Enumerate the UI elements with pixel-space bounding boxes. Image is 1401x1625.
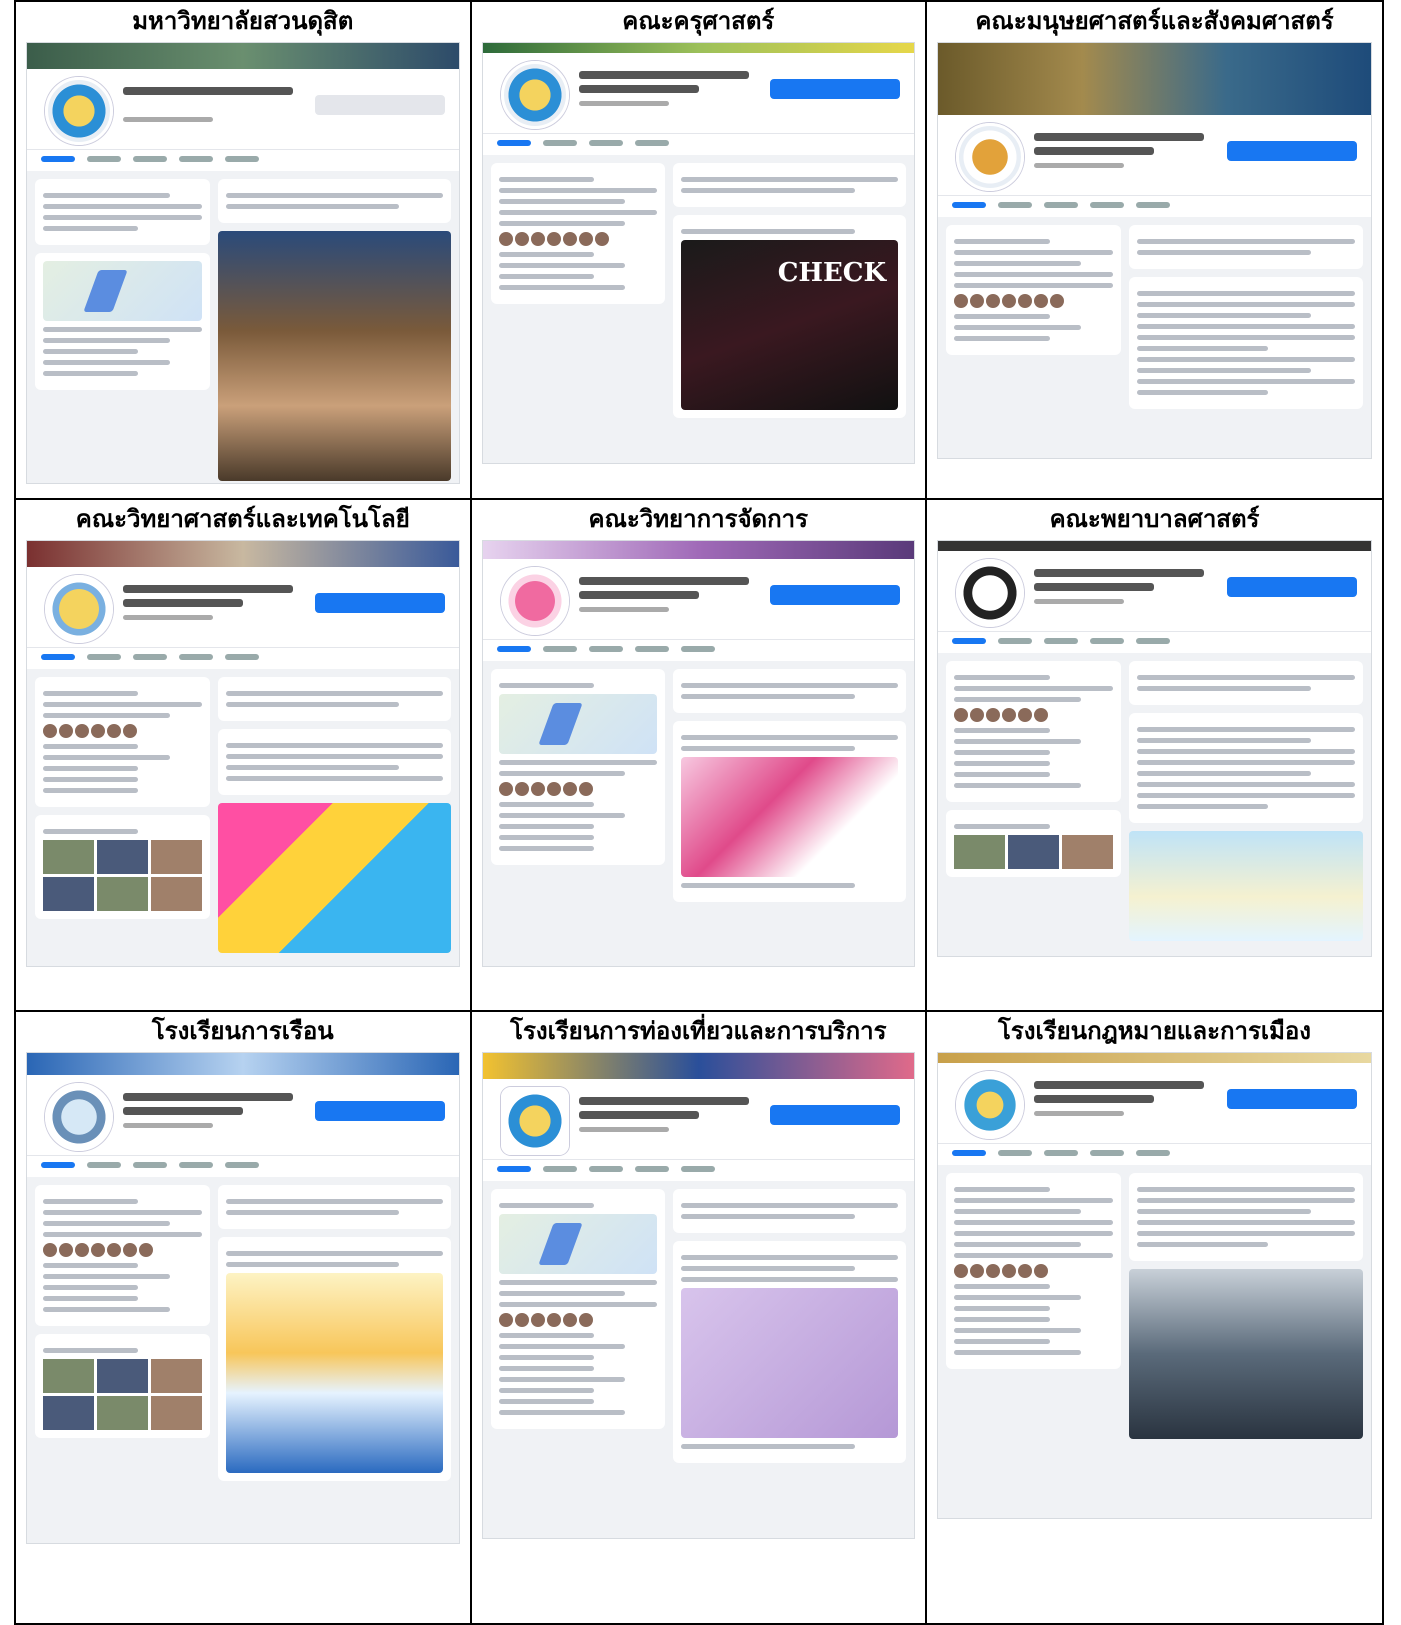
facebook-page-screenshot: [481, 1052, 916, 1539]
cell-title: โรงเรียนกฎหมายและการเมือง: [998, 1016, 1312, 1045]
facebook-page-screenshot: [937, 42, 1372, 459]
cell-nursing: คณะพยาบาลศาสตร์: [925, 498, 1384, 1012]
cell-title: มหาวิทยาลัยสวนดุสิต: [132, 6, 354, 35]
page-avatar-icon: [956, 559, 1025, 627]
cell-home-economics: โรงเรียนการเรือน: [14, 1010, 472, 1625]
cell-law-politics: โรงเรียนกฎหมายและการเมือง: [925, 1010, 1384, 1625]
cell-title: คณะวิทยาศาสตร์และเทคโนโลยี: [75, 504, 410, 533]
facebook-pages-table: มหาวิทยาลัยสวนดุสิต คณะครุศาสตร์ CHECK ค…: [14, 0, 1384, 1625]
page-avatar-icon: [956, 123, 1025, 191]
page-avatar-icon: [45, 77, 113, 145]
cell-title: คณะวิทยาการจัดการ: [588, 504, 809, 533]
cell-title: คณะครุศาสตร์: [622, 6, 775, 35]
cell-title: โรงเรียนการเรือน: [151, 1016, 334, 1045]
page-avatar-icon: [956, 1071, 1025, 1139]
cell-title: คณะพยาบาลศาสตร์: [1049, 504, 1260, 533]
facebook-page-screenshot: [481, 42, 916, 464]
cell-education: คณะครุศาสตร์: [469, 0, 928, 500]
cell-university: มหาวิทยาลัยสวนดุสิต: [14, 0, 472, 500]
page-avatar-icon: [45, 575, 113, 643]
cell-tourism: โรงเรียนการท่องเที่ยวและการบริการ: [469, 1010, 928, 1625]
cell-title: โรงเรียนการท่องเที่ยวและการบริการ: [510, 1016, 887, 1045]
cell-title: คณะมนุษยศาสตร์และสังคมศาสตร์: [975, 6, 1334, 35]
facebook-page-screenshot: [26, 540, 460, 967]
facebook-page-screenshot: [937, 1052, 1372, 1519]
facebook-page-screenshot: [26, 1052, 460, 1544]
facebook-page-screenshot: [26, 42, 460, 484]
cell-humanities: คณะมนุษยศาสตร์และสังคมศาสตร์: [925, 0, 1384, 500]
page-avatar-icon: [500, 567, 569, 635]
page-avatar-icon: [45, 1083, 113, 1151]
cell-science: คณะวิทยาศาสตร์และเทคโนโลยี: [14, 498, 472, 1012]
cell-management: คณะวิทยาการจัดการ: [469, 498, 928, 1012]
page-avatar-icon: [500, 1087, 569, 1155]
page-avatar-icon: [500, 61, 569, 129]
facebook-page-screenshot: [937, 540, 1372, 957]
facebook-page-screenshot: [481, 540, 916, 967]
